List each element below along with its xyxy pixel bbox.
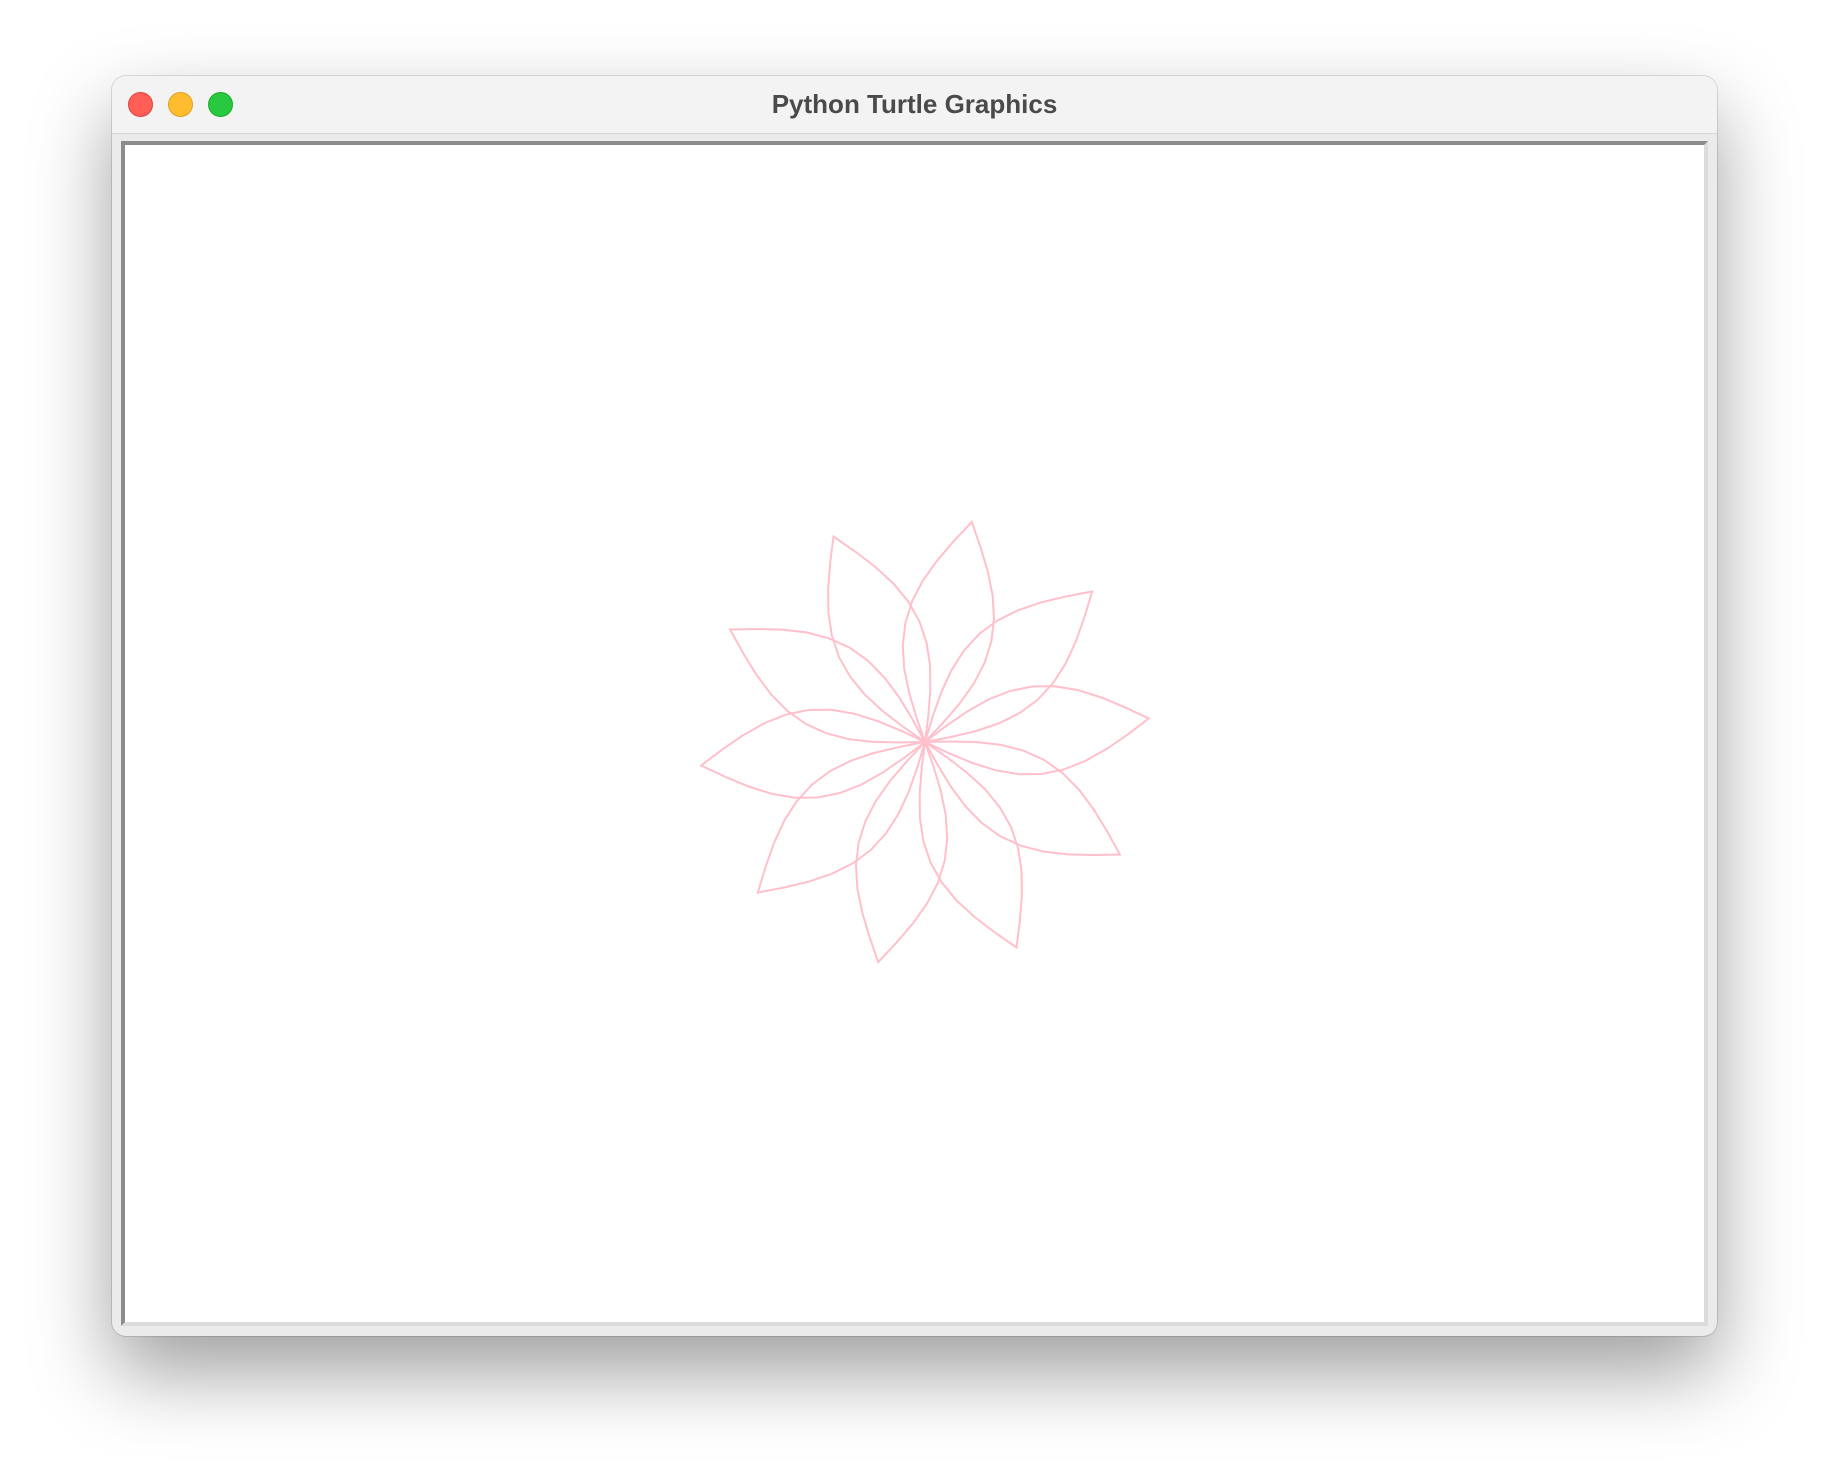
flower-drawing xyxy=(699,520,1151,964)
title-bar[interactable]: Python Turtle Graphics xyxy=(112,76,1717,134)
flower-petal xyxy=(923,590,1094,744)
turtle-canvas[interactable] xyxy=(121,141,1708,1326)
turtle-window: Python Turtle Graphics xyxy=(112,76,1717,1336)
window-title: Python Turtle Graphics xyxy=(771,89,1058,119)
flower-petal xyxy=(756,740,927,894)
